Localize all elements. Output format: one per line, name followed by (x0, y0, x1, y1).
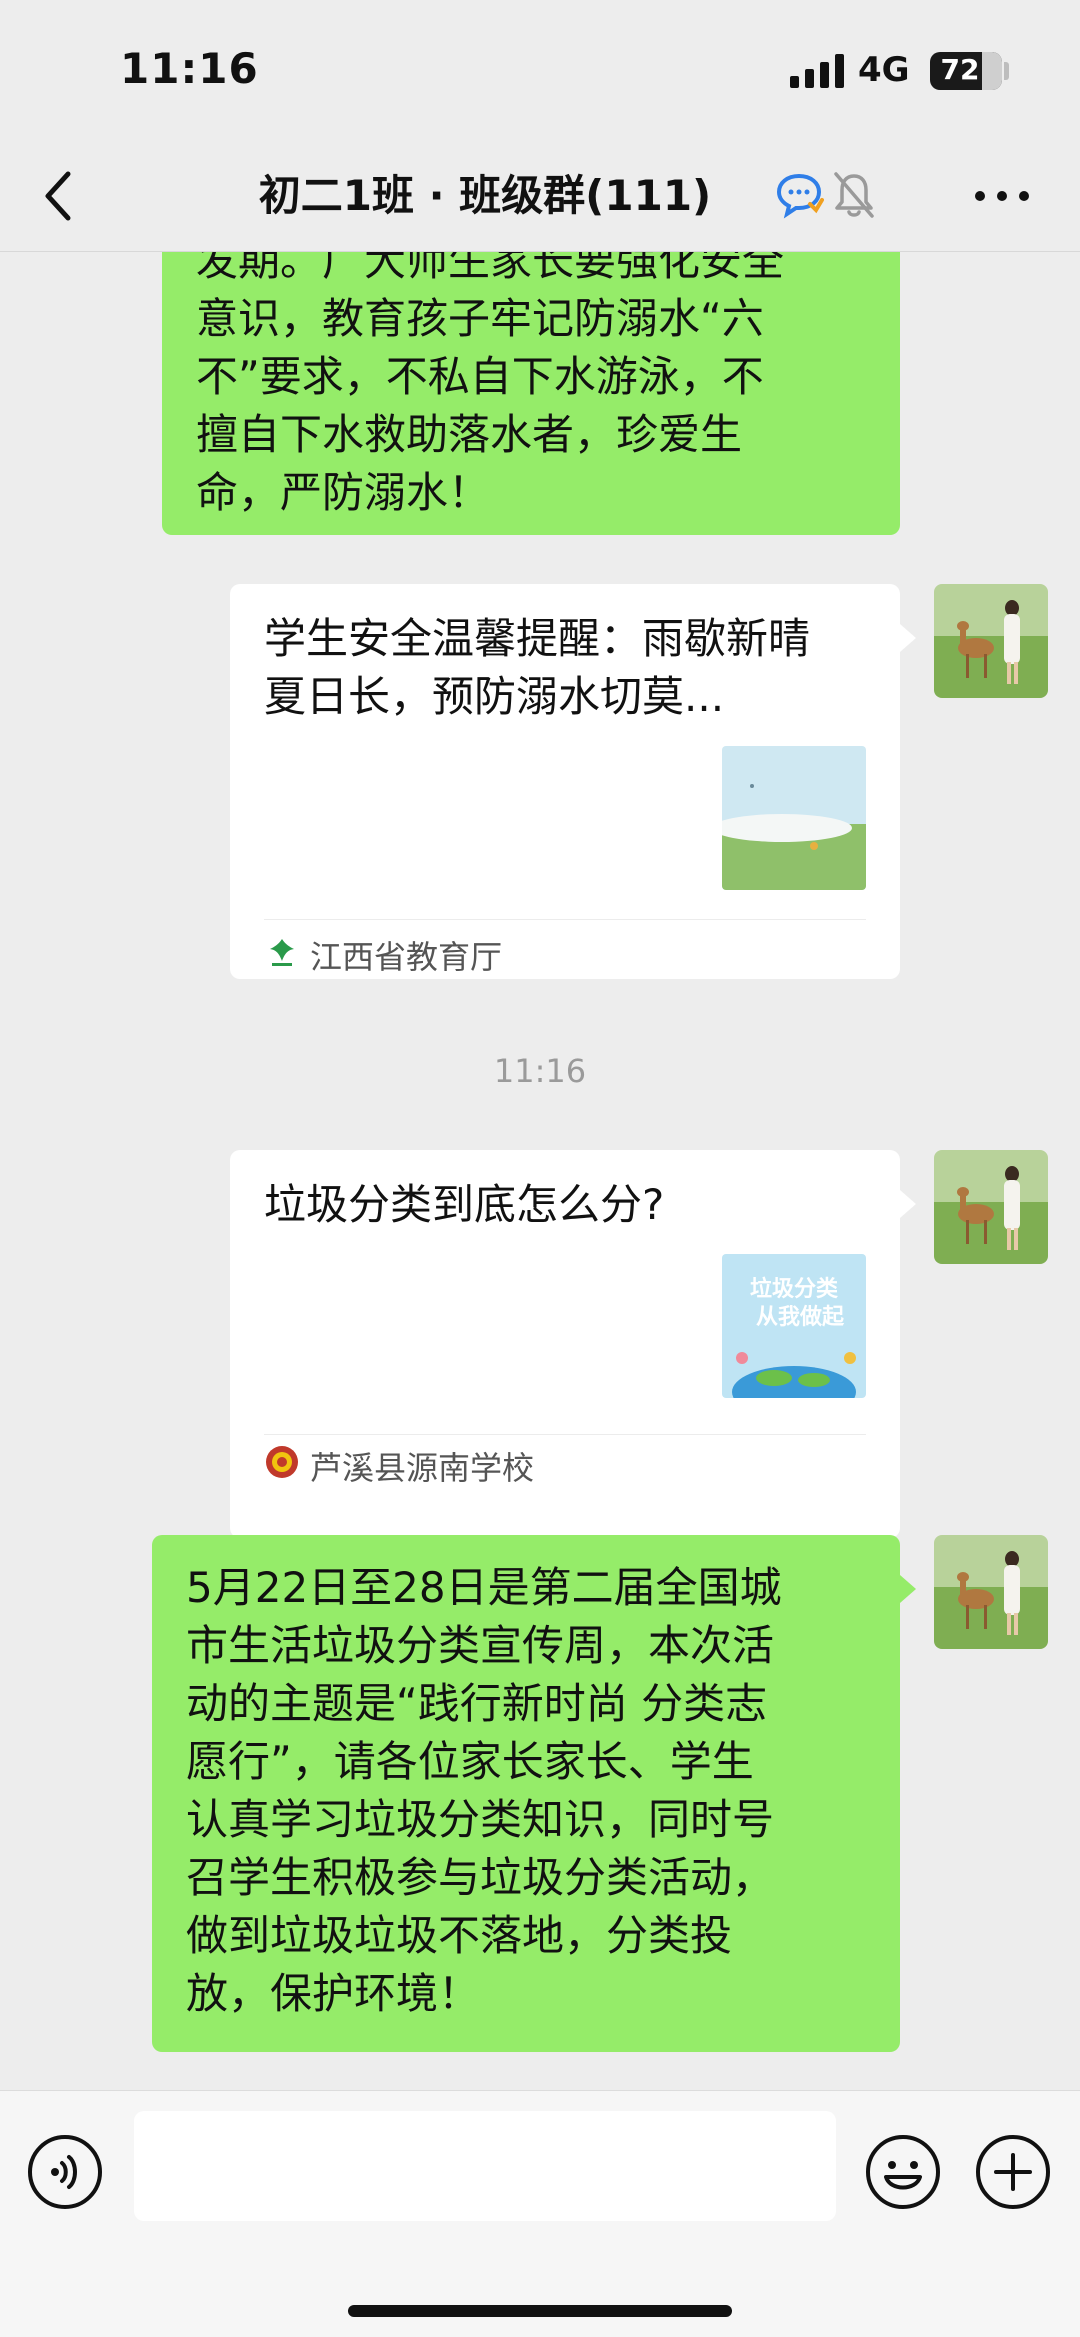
message-line: 不”要求，不私自下水游泳，不 (196, 352, 764, 401)
bubble-tail (900, 624, 916, 652)
message-line: 愿行”，请各位家长家长、学生 (186, 1737, 754, 1786)
message-line: 发期。广大师生家长要强化安全 (196, 252, 785, 285)
message-text: 5月22日至28日是第二届全国城 市生活垃圾分类宣传周，本次活 动的主题是“践行… (186, 1559, 886, 2023)
voice-icon[interactable] (26, 2133, 104, 2211)
emoji-icon[interactable] (864, 2133, 942, 2211)
avatar[interactable] (934, 584, 1048, 698)
status-time: 11:16 (120, 44, 259, 93)
home-indicator (348, 2305, 732, 2317)
network-label: 4G (858, 50, 910, 90)
avatar-photo (934, 1150, 1048, 1264)
message-line: 意识，教育孩子牢记防溺水“六 (196, 294, 764, 343)
thumb-text: 垃圾分类 (750, 1276, 839, 1302)
school-badge-icon (266, 1446, 298, 1478)
chat-screen: 11:16 4G 72 初二1班 · 班级群(111) 发期。广大师生家长要强化… (0, 0, 1080, 2337)
message-line: 做到垃圾垃圾不落地，分类投 (186, 1911, 733, 1960)
bell-slash-icon (834, 172, 874, 218)
status-bar: 11:16 4G 72 (0, 0, 1080, 140)
battery-level: 72 (940, 53, 980, 86)
battery-icon: 72 (930, 52, 1002, 90)
avatar-photo (934, 584, 1048, 698)
article-thumbnail (722, 746, 866, 890)
nav-bar: 初二1班 · 班级群(111) (0, 140, 1080, 252)
card-divider (264, 919, 866, 920)
bubble-tail (900, 1575, 916, 1603)
message-line: 召学生积极参与垃圾分类活动， (186, 1853, 775, 1902)
message-line: 动的主题是“践行新时尚 分类志 (186, 1679, 768, 1728)
input-bar (0, 2090, 1080, 2337)
article-title: 学生安全温馨提醒：雨歇新晴夏日长，预防溺水切莫... (264, 614, 811, 721)
avatar[interactable] (934, 1150, 1048, 1264)
message-line: 放，保护环境！ (186, 1969, 481, 2018)
card-divider (264, 1434, 866, 1435)
message-list[interactable]: 发期。广大师生家长要强化安全 意识，教育孩子牢记防溺水“六 不”要求，不私自下水… (0, 252, 1080, 2090)
text-message[interactable]: 发期。广大师生家长要强化安全 意识，教育孩子牢记防溺水“六 不”要求，不私自下水… (162, 252, 900, 535)
message-text: 发期。广大师生家长要强化安全 意识，教育孩子牢记防溺水“六 不”要求，不私自下水… (196, 252, 886, 522)
time-divider: 11:16 (493, 1052, 587, 1090)
article-thumbnail: 垃圾分类 从我做起 (722, 1254, 866, 1398)
article-source: 江西省教育厅 (310, 938, 503, 976)
avatar-photo (934, 1535, 1048, 1649)
message-line: 5月22日至28日是第二届全国城 (186, 1563, 782, 1612)
message-line: 擅自下水救助落水者，珍爱生 (196, 410, 743, 459)
bubble-tail (900, 1190, 916, 1218)
message-line: 市生活垃圾分类宣传周，本次活 (186, 1621, 775, 1670)
text-message[interactable]: 5月22日至28日是第二届全国城 市生活垃圾分类宣传周，本次活 动的主题是“践行… (152, 1535, 900, 2052)
source-logo-icon (270, 939, 294, 966)
article-title: 垃圾分类到底怎么分? (264, 1180, 665, 1229)
add-icon[interactable] (974, 2133, 1052, 2211)
article-card[interactable]: 垃圾分类到底怎么分? 垃圾分类 从我做起 芦溪县源南学校 (230, 1150, 900, 1538)
more-dots-icon[interactable] (972, 184, 1032, 208)
chat-title: 初二1班 · 班级群(111) (0, 140, 1080, 252)
message-input[interactable] (134, 2111, 836, 2221)
message-line: 认真学习垃圾分类知识，同时号 (186, 1795, 775, 1844)
signal-icon (790, 54, 844, 88)
message-line: 命，严防溺水！ (196, 468, 491, 517)
battery-cap (1004, 62, 1009, 80)
avatar[interactable] (934, 1535, 1048, 1649)
article-card[interactable]: 学生安全温馨提醒：雨歇新晴夏日长，预防溺水切莫... 江西省教育厅 (230, 584, 900, 979)
article-source: 芦溪县源南学校 (310, 1449, 535, 1487)
chat-title-text: 初二1班 · 班级群(111) (258, 171, 712, 220)
thumb-text: 从我做起 (756, 1304, 845, 1330)
chat-bubble-icon (776, 173, 824, 219)
